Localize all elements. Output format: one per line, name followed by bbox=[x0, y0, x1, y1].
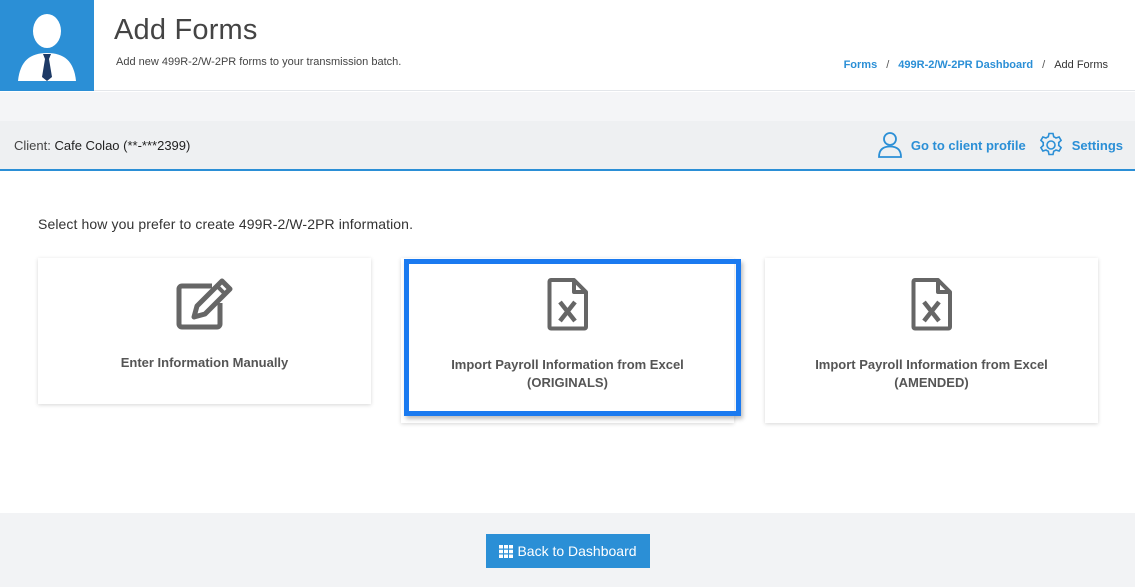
breadcrumb-forms-link[interactable]: Forms bbox=[844, 59, 878, 71]
card-label: Import Payroll Information from Excel (O… bbox=[451, 356, 684, 392]
client-actions: Go to client profile Settings bbox=[877, 131, 1123, 159]
client-info: Client: Cafe Colao (**-***2399) bbox=[14, 138, 190, 153]
card-label-line1: Import Payroll Information from Excel bbox=[451, 357, 684, 372]
client-label: Client: bbox=[14, 138, 51, 153]
breadcrumb-separator: / bbox=[1042, 59, 1046, 71]
header-spacer bbox=[0, 92, 1135, 121]
grid-icon bbox=[499, 544, 514, 558]
breadcrumb-dashboard-link[interactable]: 499R-2/W-2PR Dashboard bbox=[898, 59, 1033, 71]
go-to-client-profile-link[interactable]: Go to client profile bbox=[877, 131, 1026, 159]
user-avatar bbox=[0, 0, 94, 91]
go-to-client-profile-label: Go to client profile bbox=[910, 137, 1026, 153]
user-avatar-icon bbox=[18, 14, 76, 81]
gear-icon bbox=[1039, 132, 1062, 156]
card-label-line2: (AMENDED) bbox=[894, 375, 969, 390]
client-name: Cafe Colao (**-***2399) bbox=[54, 138, 191, 153]
card-icon-wrapper bbox=[547, 276, 589, 332]
selection-prompt: Select how you prefer to create 499R-2/W… bbox=[38, 216, 414, 232]
excel-file-icon bbox=[911, 278, 952, 331]
page-subtitle: Add new 499R-2/W-2PR forms to your trans… bbox=[116, 56, 402, 68]
user-profile-icon bbox=[877, 132, 902, 158]
card-label: Import Payroll Information from Excel (A… bbox=[815, 356, 1048, 392]
page-header: Add Forms Add new 499R-2/W-2PR forms to … bbox=[0, 0, 1135, 91]
card-icon-wrapper bbox=[911, 276, 953, 332]
settings-link[interactable]: Settings bbox=[1038, 132, 1123, 158]
back-to-dashboard-button[interactable]: Back to Dashboard bbox=[486, 534, 650, 568]
settings-label: Settings bbox=[1071, 137, 1123, 153]
page-footer: Back to Dashboard bbox=[0, 513, 1135, 587]
client-bar: Client: Cafe Colao (**-***2399) Go to cl… bbox=[0, 121, 1135, 171]
page-title: Add Forms bbox=[114, 14, 258, 46]
edit-icon bbox=[176, 278, 232, 330]
enter-manually-card[interactable]: Enter Information Manually bbox=[38, 258, 371, 404]
card-icon-wrapper bbox=[174, 276, 236, 332]
import-originals-card[interactable]: Import Payroll Information from Excel (O… bbox=[401, 258, 741, 423]
breadcrumb-current: Add Forms bbox=[1054, 59, 1108, 71]
excel-file-icon bbox=[547, 278, 588, 331]
card-label: Enter Information Manually bbox=[120, 355, 289, 370]
breadcrumb-separator: / bbox=[886, 59, 890, 71]
card-label-line1: Import Payroll Information from Excel bbox=[815, 357, 1048, 372]
card-label-line2: (ORIGINALS) bbox=[527, 375, 608, 390]
import-amended-card[interactable]: Import Payroll Information from Excel (A… bbox=[765, 258, 1098, 423]
breadcrumb: Forms / 499R-2/W-2PR Dashboard / Add For… bbox=[844, 59, 1108, 71]
back-to-dashboard-label: Back to Dashboard bbox=[517, 543, 637, 559]
